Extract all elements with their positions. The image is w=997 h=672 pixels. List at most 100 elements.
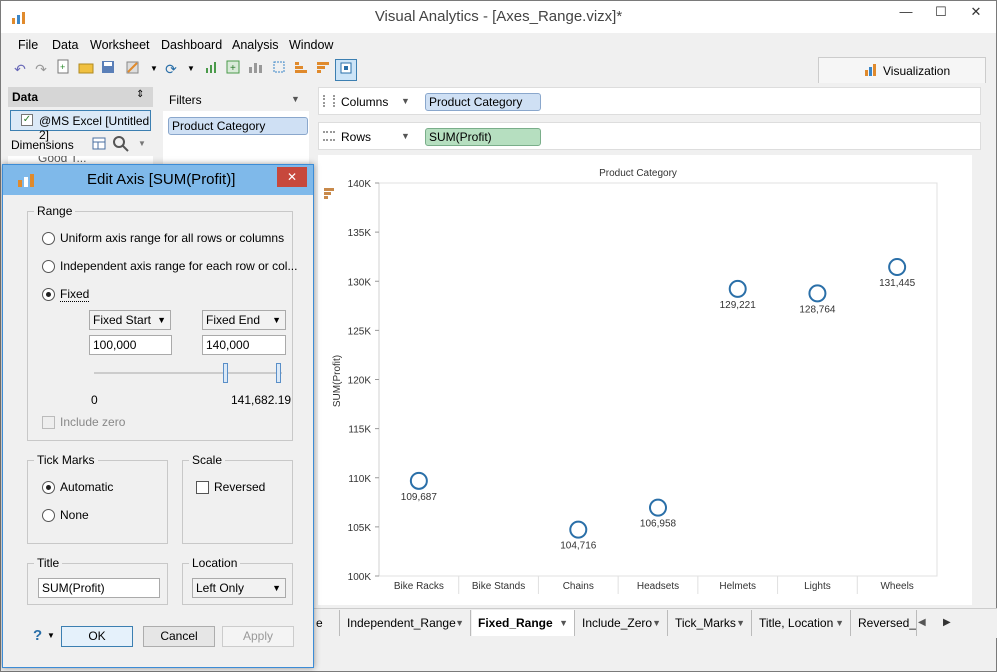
menu-worksheet[interactable]: Worksheet: [90, 38, 150, 52]
chevron-down-icon[interactable]: ▼: [47, 631, 55, 640]
x-tick-label: Lights: [804, 581, 831, 592]
scatter-chart: Product Category SUM(Profit) 100K 105K 110K 1…: [324, 168, 938, 594]
chevron-down-icon: ▼: [652, 618, 661, 628]
data-source-icon[interactable]: [123, 59, 143, 79]
open-folder-icon[interactable]: [76, 59, 96, 79]
location-group-label: Location: [189, 556, 241, 570]
tick-automatic-radio[interactable]: [42, 481, 55, 494]
independent-range-label: Independent axis range for each row or c…: [60, 259, 298, 273]
data-pane-header: Data ⇕: [8, 87, 153, 107]
help-icon[interactable]: ?: [33, 627, 42, 644]
chevron-down-icon: ▼: [835, 618, 844, 628]
chevron-down-icon[interactable]: ▼: [138, 139, 146, 148]
menu-dashboard[interactable]: Dashboard: [161, 38, 222, 52]
chevron-down-icon[interactable]: ▼: [181, 59, 201, 79]
undo-icon[interactable]: ↶: [10, 59, 30, 79]
axis-title-input[interactable]: SUM(Profit): [38, 578, 160, 598]
data-label: 129,221: [720, 300, 757, 311]
menu-file[interactable]: File: [18, 38, 38, 52]
window-title: Visual Analytics - [Axes_Range.vizx]*: [374, 8, 623, 25]
sheet-tab-fixed-range[interactable]: Fixed_Range ▼: [472, 610, 575, 636]
redo-icon[interactable]: ↷: [31, 59, 51, 79]
chevron-down-icon[interactable]: ▼: [401, 131, 410, 141]
range-slider-start-handle[interactable]: [223, 363, 228, 383]
fixed-range-label: Fixed: [60, 287, 90, 302]
x-tick-label: Bike Racks: [394, 581, 444, 592]
scale-group: Scale Reversed: [182, 453, 293, 544]
filter-pill-product-category[interactable]: Product Category: [168, 117, 308, 135]
refresh-icon[interactable]: ⟳: [161, 59, 181, 79]
checkbox-checked-icon: ✓: [21, 114, 33, 126]
fixed-end-input[interactable]: 140,000: [202, 335, 286, 355]
dialog-close-button[interactable]: ✕: [277, 167, 307, 187]
sheet-tab-tick-marks[interactable]: Tick_Marks ▼: [669, 610, 752, 636]
independent-range-radio[interactable]: [42, 260, 55, 273]
fixed-start-select[interactable]: Fixed Start ▼: [89, 310, 171, 330]
menu-window[interactable]: Window: [289, 38, 333, 52]
scroll-right-icon[interactable]: ▶: [943, 617, 951, 628]
location-select[interactable]: Left Only ▼: [192, 578, 286, 598]
x-tick-label: Chains: [563, 581, 594, 592]
save-icon[interactable]: [98, 59, 118, 79]
minimize-button[interactable]: —: [891, 1, 921, 23]
range-slider-track[interactable]: [94, 372, 282, 374]
columns-icon: [323, 95, 335, 107]
x-tick-label: Helmets: [719, 581, 756, 592]
sheet-tab-reversed-scale[interactable]: Reversed_S: [852, 610, 917, 636]
menu-analysis[interactable]: Analysis: [232, 38, 279, 52]
data-source-item[interactable]: ✓ @MS Excel [Untitled 2]: [10, 110, 151, 142]
tab-visualization[interactable]: Visualization: [818, 57, 986, 83]
sheet-tab-independent-range[interactable]: Independent_Range ▼: [341, 610, 471, 636]
search-icon[interactable]: [112, 135, 130, 156]
rows-pill-sum-profit[interactable]: SUM(Profit): [425, 128, 541, 146]
chevron-down-icon: ▼: [736, 618, 745, 628]
columns-label: Columns: [341, 95, 389, 109]
chart-title: Product Category: [599, 168, 677, 179]
sort-descending-icon[interactable]: [313, 59, 333, 79]
close-window-button[interactable]: ✕: [961, 1, 991, 23]
clear-sheet-icon[interactable]: [269, 59, 289, 79]
swap-axes-icon[interactable]: [201, 59, 221, 79]
cancel-button[interactable]: Cancel: [143, 626, 215, 647]
uniform-range-radio[interactable]: [42, 232, 55, 245]
columns-pill-product-category[interactable]: Product Category: [425, 93, 541, 111]
chevron-down-icon: ▼: [455, 618, 464, 628]
fixed-range-radio[interactable]: [42, 288, 55, 301]
chevron-down-icon: ▼: [157, 315, 166, 325]
reversed-checkbox[interactable]: [196, 481, 209, 494]
data-label: 104,716: [560, 541, 597, 552]
fixed-start-input[interactable]: 100,000: [89, 335, 172, 355]
table-view-icon[interactable]: [92, 137, 106, 154]
sort-updown-icon[interactable]: ⇕: [136, 89, 144, 100]
data-pane-title: Data: [12, 90, 39, 104]
fixed-end-select[interactable]: Fixed End ▼: [202, 310, 286, 330]
ok-button[interactable]: OK: [61, 626, 133, 647]
tick-marks-group-label: Tick Marks: [34, 453, 98, 467]
sheet-tab-title-location[interactable]: Title, Location ▼: [753, 610, 851, 636]
y-tick-label: 125K: [348, 326, 372, 337]
sort-icon[interactable]: [324, 188, 334, 199]
menu-bar: File Data Worksheet Dashboard Analysis W…: [1, 36, 996, 56]
bar-chart-icon[interactable]: [245, 59, 265, 79]
range-slider-end-handle[interactable]: [276, 363, 281, 383]
add-chart-icon[interactable]: +: [223, 59, 243, 79]
maximize-button[interactable]: ☐: [926, 1, 956, 23]
chevron-down-icon[interactable]: ▼: [401, 96, 410, 106]
tick-none-radio[interactable]: [42, 509, 55, 522]
show-labels-icon[interactable]: [335, 59, 357, 81]
visualization-tab-label: Visualization: [883, 64, 951, 78]
sheet-tab-include-zero[interactable]: Include_Zero ▼: [576, 610, 668, 636]
include-zero-checkbox[interactable]: [42, 416, 55, 429]
apply-button[interactable]: Apply: [222, 626, 294, 647]
menu-data[interactable]: Data: [52, 38, 78, 52]
tick-marks-group: Tick Marks Automatic None: [27, 453, 168, 544]
dimensions-header: Dimensions ▼: [8, 135, 153, 155]
sort-ascending-icon[interactable]: [291, 59, 311, 79]
new-sheet-icon[interactable]: +: [53, 59, 73, 79]
x-tick-label: Headsets: [637, 581, 679, 592]
scroll-left-icon[interactable]: ◀: [918, 617, 926, 628]
data-label: 106,958: [640, 519, 677, 530]
chevron-down-icon[interactable]: ▼: [291, 94, 300, 104]
dialog-logo-icon: [17, 172, 35, 191]
sheet-tab-e[interactable]: e: [310, 610, 340, 636]
